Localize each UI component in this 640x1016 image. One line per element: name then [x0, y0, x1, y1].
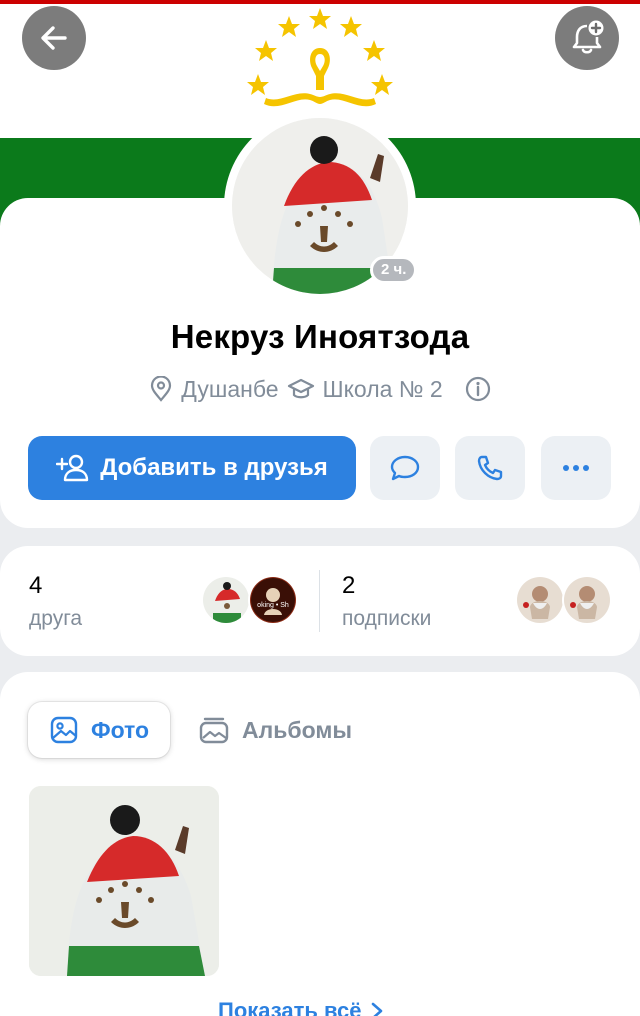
profile-name: Некруз Иноятзода — [170, 318, 470, 355]
more-dots-icon — [563, 465, 589, 471]
photo-thumbnail[interactable] — [29, 786, 219, 976]
add-friend-button[interactable]: Добавить в друзья — [28, 436, 356, 500]
arrow-left-icon — [41, 26, 67, 50]
tab-photos-label: Фото — [90, 716, 150, 743]
profile-city: Душанбе — [181, 375, 279, 402]
more-button[interactable] — [541, 436, 611, 500]
user-plus-icon — [56, 454, 89, 482]
back-button[interactable] — [22, 6, 86, 70]
location-pin-icon — [149, 376, 173, 402]
friends-count: 4 — [29, 572, 43, 599]
message-button[interactable] — [370, 436, 440, 500]
message-bubble-icon — [390, 455, 420, 481]
friend-avatar-text: oking • Sh — [257, 602, 289, 609]
online-status-badge: 2 ч. — [370, 256, 418, 284]
show-all-label: Показать всё — [218, 998, 362, 1016]
subscriptions-label: подписки — [342, 607, 432, 630]
phone-icon — [477, 455, 503, 481]
avatar[interactable]: 2 ч. — [224, 110, 418, 302]
chevron-right-icon — [371, 1002, 382, 1016]
counters-divider — [319, 570, 320, 632]
bell-plus-icon — [572, 20, 604, 54]
profile-school: Школа № 2 — [322, 375, 443, 402]
info-circle-icon[interactable] — [465, 376, 491, 402]
profile-meta: Душанбе Школа № 2 — [0, 372, 640, 406]
photo-thumbnail-image — [29, 786, 219, 976]
tab-albums-label: Альбомы — [242, 716, 352, 743]
add-friend-label: Добавить в друзья — [100, 454, 328, 481]
friend-avatar: oking • Sh — [248, 575, 298, 625]
subscription-avatar — [515, 575, 565, 625]
tab-albums[interactable]: Альбомы — [198, 702, 352, 758]
tab-photos[interactable]: Фото — [28, 702, 170, 758]
albums-icon — [199, 717, 229, 744]
friend-avatar — [201, 575, 251, 625]
subscription-avatar — [562, 575, 612, 625]
notifications-button[interactable] — [555, 6, 619, 70]
friends-label: друга — [29, 607, 83, 630]
show-all-link[interactable]: Показать всё — [218, 998, 384, 1016]
subscriptions-count: 2 — [342, 572, 356, 599]
graduation-cap-icon — [287, 377, 315, 401]
flag-emblem — [247, 8, 393, 107]
call-button[interactable] — [455, 436, 525, 500]
image-icon — [50, 716, 78, 744]
